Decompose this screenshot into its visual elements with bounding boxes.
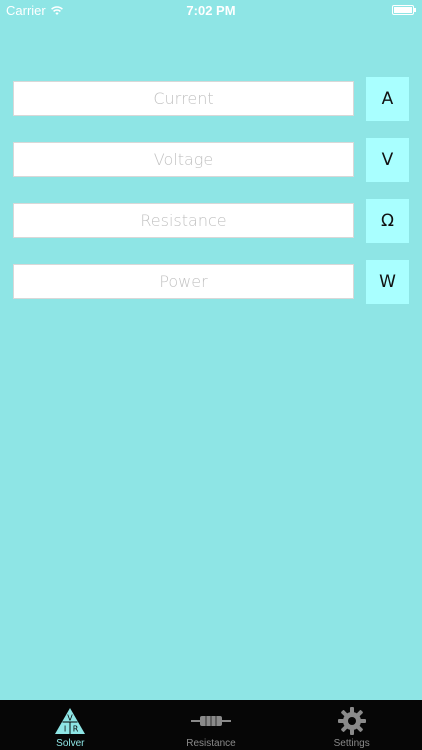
tab-resistance[interactable]: Resistance <box>141 700 282 750</box>
voltage-input[interactable] <box>13 142 354 177</box>
power-row: W <box>13 260 409 305</box>
vir-triangle-icon: V I R <box>53 704 87 738</box>
current-input[interactable] <box>13 81 354 116</box>
tab-bar: V I R Solver Resistance Settings <box>0 700 422 750</box>
voltage-row: V <box>13 138 409 183</box>
triangle-letter-top: V <box>68 714 74 723</box>
resistance-unit-button[interactable]: Ω <box>366 199 409 243</box>
triangle-letter-right: R <box>73 725 79 734</box>
power-unit-button[interactable]: W <box>366 260 409 304</box>
resistance-input[interactable] <box>13 203 354 238</box>
current-row: A <box>13 77 409 122</box>
gear-icon <box>337 704 367 738</box>
status-bar: Carrier 7:02 PM <box>0 0 422 22</box>
tab-solver-label: Solver <box>56 738 85 749</box>
status-time: 7:02 PM <box>186 3 236 18</box>
tab-settings[interactable]: Settings <box>281 700 422 750</box>
battery-icon <box>392 5 416 15</box>
current-unit-button[interactable]: A <box>366 77 409 121</box>
tab-solver[interactable]: V I R Solver <box>0 700 141 750</box>
power-input[interactable] <box>13 264 354 299</box>
resistance-row: Ω <box>13 199 409 244</box>
resistor-icon <box>191 704 231 738</box>
triangle-letter-left: I <box>64 725 66 734</box>
voltage-unit-button[interactable]: V <box>366 138 409 182</box>
tab-resistance-label: Resistance <box>186 738 236 749</box>
tab-settings-label: Settings <box>333 738 370 749</box>
